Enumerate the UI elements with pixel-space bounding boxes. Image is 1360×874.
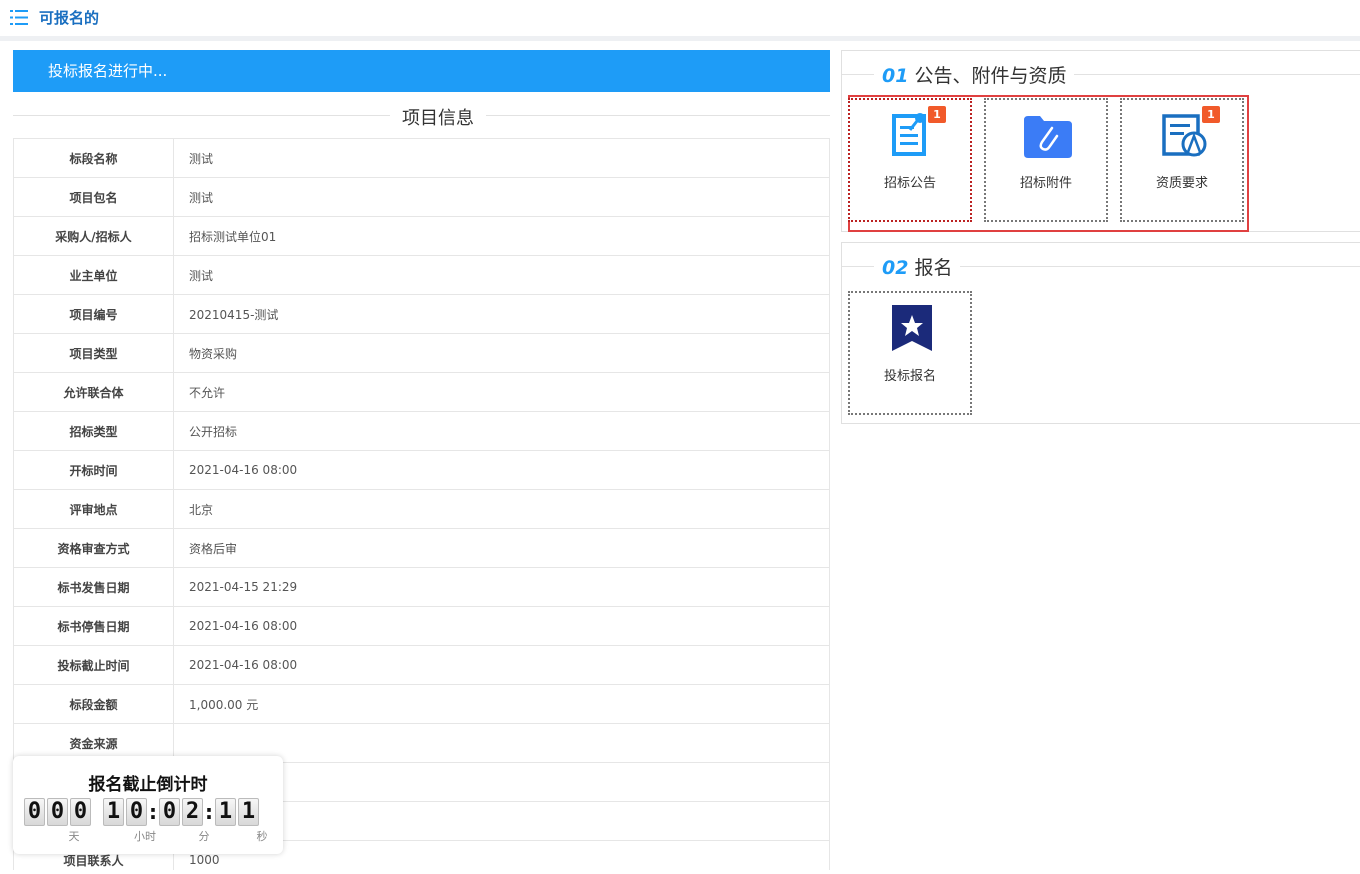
field-value: 测试 [173,177,830,217]
documents-card-title: 01 公告、附件与资质 [874,61,1075,88]
project-info-panel: 投标报名进行中... 项目信息 标段名称 测试 项目包名 测试 采购人/招标人 招标测试单… [13,50,830,870]
field-label: 开标时间 [13,450,174,490]
table-row: 标书停售日期 2021-04-16 08:00 [13,606,830,646]
table-row: 开标时间 2021-04-16 08:00 [13,450,830,490]
badge-count: 1 [928,106,946,123]
attachment-folder-icon [1024,116,1072,158]
unit-day: 天 [68,830,80,843]
table-row: 标书发售日期 2021-04-15 21:29 [13,567,830,607]
countdown-title: 报名截止倒计时 [88,775,208,795]
header-divider [0,36,1360,41]
tile-register[interactable]: 投标报名 [848,291,972,415]
bookmark-star-icon [892,305,932,351]
field-value: 20210415-测试 [173,294,830,334]
section-number: 02 [882,257,909,279]
seconds-digit: 1 [238,798,259,826]
field-value: 2021-04-16 08:00 [173,606,830,646]
unit-minute: 分 [198,830,210,843]
countdown-digits: 00010:02:11 [24,798,261,826]
status-banner: 投标报名进行中... [13,50,830,92]
field-label: 评审地点 [13,489,174,529]
field-value: 2021-04-15 21:29 [173,567,830,607]
top-bar: 可报名的 [0,0,1360,36]
qualification-icon [1162,114,1207,157]
table-row: 项目类型 物资采购 [13,333,830,373]
field-label: 标段名称 [13,138,174,178]
tile-label: 招标附件 [1019,176,1072,191]
unit-hour: 小时 [134,830,156,843]
days-digit: 0 [70,798,91,826]
field-label: 标段金额 [13,684,174,724]
registration-card-header: 02 报名 [842,243,1360,289]
field-label: 资格审查方式 [13,528,174,568]
field-label: 项目类型 [13,333,174,373]
time-separator: : [205,800,213,824]
hours-digit: 0 [126,798,147,826]
section-number: 01 [882,65,909,87]
field-value: 招标测试单位01 [173,216,830,256]
table-row: 业主单位 测试 [13,255,830,295]
minutes-digit: 0 [159,798,180,826]
field-value: 2021-04-16 08:00 [173,450,830,490]
field-label: 业主单位 [13,255,174,295]
unit-second: 秒 [256,830,268,843]
field-label: 项目包名 [13,177,174,217]
table-row: 资格审查方式 资格后审 [13,528,830,568]
seconds-digit: 1 [215,798,236,826]
time-separator: : [149,800,157,824]
field-value: 2021-04-16 08:00 [173,645,830,685]
tile-attachment[interactable]: 招标附件 [984,98,1108,222]
table-row: 项目编号 20210415-测试 [13,294,830,334]
tile-label: 招标公告 [883,176,936,191]
tile-label: 资质要求 [1155,176,1208,191]
days-digit: 0 [24,798,45,826]
table-row: 采购人/招标人 招标测试单位01 [13,216,830,256]
field-label: 标书发售日期 [13,567,174,607]
field-label: 投标截止时间 [13,645,174,685]
field-label: 允许联合体 [13,372,174,412]
days-digit: 0 [47,798,68,826]
field-value: 测试 [173,138,830,178]
countdown-widget: 报名截止倒计时 00010:02:11 天 小时 分 秒 [13,756,283,854]
table-row: 标段名称 测试 [13,138,830,178]
table-row: 投标截止时间 2021-04-16 08:00 [13,645,830,685]
registration-card-title: 02 报名 [874,253,961,280]
field-value: 公开招标 [173,411,830,451]
registration-card: 02 报名 投标报名 [841,242,1360,424]
table-row: 招标类型 公开招标 [13,411,830,451]
field-value: 测试 [173,255,830,295]
hours-digit: 1 [103,798,124,826]
page-title: 可报名的 [39,9,100,27]
minutes-digit: 2 [182,798,203,826]
tile-qualification[interactable]: 1 资质要求 [1120,98,1244,222]
field-label: 采购人/招标人 [13,216,174,256]
field-label: 项目编号 [13,294,174,334]
field-value: 不允许 [173,372,830,412]
field-value: 物资采购 [173,333,830,373]
table-row: 项目包名 测试 [13,177,830,217]
documents-card: 01 公告、附件与资质 1 招标公告 招标附件 1 资质要求 [841,50,1360,232]
table-row: 评审地点 北京 [13,489,830,529]
documents-card-header: 01 公告、附件与资质 [842,51,1360,97]
table-row: 标段金额 1,000.00 元 [13,684,830,724]
field-value: 北京 [173,489,830,529]
badge-count: 1 [1202,106,1220,123]
project-section-title: 项目信息 [390,104,486,130]
section-title: 公告、附件与资质 [914,65,1067,87]
tile-announcement[interactable]: 1 招标公告 [848,98,972,222]
field-value: 资格后审 [173,528,830,568]
field-label: 招标类型 [13,411,174,451]
table-row: 允许联合体 不允许 [13,372,830,412]
list-icon[interactable] [10,9,28,26]
project-section-header: 项目信息 [13,92,830,138]
section-title: 报名 [914,257,953,279]
field-label: 标书停售日期 [13,606,174,646]
field-value: 1,000.00 元 [173,684,830,724]
tile-label: 投标报名 [883,369,936,384]
